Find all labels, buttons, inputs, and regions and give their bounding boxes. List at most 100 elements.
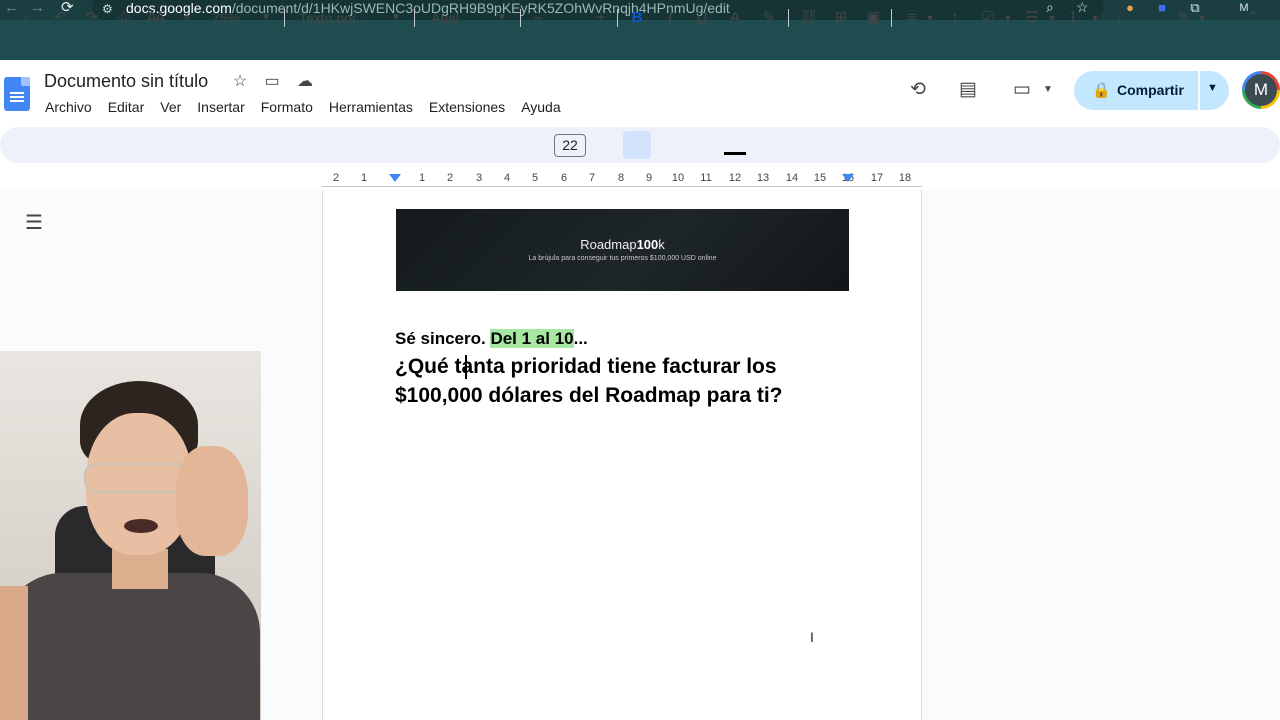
toolbar-separator <box>891 9 892 27</box>
insert-image-icon[interactable]: ▣ <box>861 8 885 28</box>
redo-icon[interactable]: ↷ <box>80 8 104 28</box>
document-outline-icon[interactable]: ☰ <box>22 211 46 235</box>
share-dropdown-icon[interactable]: ▼ <box>1207 82 1218 94</box>
horizontal-ruler[interactable]: 2 1 1 2 3 4 5 6 7 8 9 10 11 12 13 14 15 … <box>322 170 922 188</box>
spellcheck-icon[interactable]: Ꜳ <box>144 8 168 28</box>
cloud-status-icon[interactable]: ☁ <box>295 72 315 92</box>
lock-icon: 🔒 <box>1092 82 1111 99</box>
add-comment-icon[interactable]: ⊞ <box>829 8 853 28</box>
banner-subtitle: La brújula para conseguir tus primeros $… <box>528 255 717 262</box>
text-color-swatch <box>724 152 746 155</box>
webcam-overlay <box>0 351 261 720</box>
toolbar-separator <box>284 9 285 27</box>
numbered-list-dropdown-icon[interactable]: ▼ <box>1089 8 1101 28</box>
menu-ayuda[interactable]: Ayuda <box>513 97 568 117</box>
toolbar-separator <box>520 9 521 27</box>
menu-extensiones[interactable]: Extensiones <box>421 97 513 117</box>
align-left-icon[interactable]: ≡ <box>900 8 924 28</box>
undo-icon[interactable]: ↶ <box>48 8 72 28</box>
webcam-shirt <box>2 573 260 720</box>
ruler-label: 1 <box>360 172 368 184</box>
ruler-label: 10 <box>671 172 685 184</box>
ruler-baseline <box>322 186 922 187</box>
line-spacing-icon[interactable]: ↕ <box>943 8 967 28</box>
ruler-label: 7 <box>588 172 596 184</box>
ruler-label: 1 <box>418 172 426 184</box>
docs-logo-icon[interactable] <box>4 77 30 111</box>
ruler-label: 8 <box>617 172 625 184</box>
checklist-dropdown-icon[interactable]: ▼ <box>1002 8 1014 28</box>
font-size-input[interactable]: 22 <box>554 134 586 157</box>
font-dropdown-icon[interactable]: ▼ <box>494 8 510 28</box>
editing-mode-icon[interactable]: ✎ <box>1172 8 1194 28</box>
editing-mode-dropdown-icon[interactable]: ▼ <box>1196 8 1208 28</box>
font-family-select[interactable]: Arial <box>431 9 459 27</box>
ruler-label: 12 <box>728 172 742 184</box>
print-icon[interactable]: ⎙ <box>112 8 136 28</box>
decrease-font-size-icon[interactable]: – <box>528 8 548 28</box>
menu-insertar[interactable]: Insertar <box>189 97 252 117</box>
numbered-list-icon[interactable]: ⒈ <box>1063 8 1087 28</box>
ruler-label: 9 <box>645 172 653 184</box>
banner-title: Roadmap100k <box>580 237 665 252</box>
share-divider <box>1198 71 1200 110</box>
webcam-glasses <box>84 463 188 493</box>
align-dropdown-icon[interactable]: ▼ <box>924 8 936 28</box>
question-heading[interactable]: ¿Qué tanta prioridad tiene facturar los … <box>395 352 835 410</box>
zoom-dropdown-icon[interactable]: ▼ <box>258 8 274 28</box>
paint-format-icon[interactable]: ⌖ <box>175 8 199 28</box>
menu-formato[interactable]: Formato <box>253 97 321 117</box>
version-history-icon[interactable]: ⟲ <box>906 78 930 102</box>
highlight-pen-icon[interactable]: ✎ <box>758 8 780 28</box>
underline-button[interactable]: U <box>692 8 712 28</box>
bold-active-highlight <box>623 131 651 159</box>
toolbar-separator <box>414 9 415 27</box>
webcam-mouth <box>124 519 158 533</box>
extension-icon[interactable]: ■ <box>1154 0 1170 16</box>
menu-editar[interactable]: Editar <box>100 97 153 117</box>
checklist-icon[interactable]: ☑ <box>976 8 1000 28</box>
share-button[interactable]: 🔒 Compartir ▼ <box>1074 71 1229 110</box>
roadmap-banner-image[interactable]: Roadmap100k La brújula para conseguir tu… <box>396 209 849 291</box>
highlighted-text: Del 1 al 10 <box>490 329 574 348</box>
zoom-select[interactable]: 75% <box>212 9 240 27</box>
intro-line[interactable]: Sé sincero. Del 1 al 10... <box>395 329 588 349</box>
webcam-arm <box>0 586 28 720</box>
ruler-label: 4 <box>503 172 511 184</box>
insert-link-icon[interactable]: ⛓ <box>797 8 821 28</box>
text-cursor <box>465 355 467 379</box>
ruler-label: 13 <box>756 172 770 184</box>
share-label: Compartir <box>1117 82 1184 98</box>
text-color-button[interactable]: A <box>725 8 745 28</box>
bulleted-list-icon[interactable]: ☰ <box>1020 8 1044 28</box>
increase-font-size-icon[interactable]: + <box>591 8 611 28</box>
star-icon[interactable]: ☆ <box>230 72 250 92</box>
left-indent-marker[interactable] <box>389 174 401 182</box>
menu-herramientas[interactable]: Herramientas <box>321 97 421 117</box>
menu-bar: Archivo Editar Ver Insertar Formato Herr… <box>37 97 569 117</box>
menu-ver[interactable]: Ver <box>152 97 189 117</box>
more-options-icon[interactable]: ⋮ <box>1110 8 1130 28</box>
menu-archivo[interactable]: Archivo <box>37 97 100 117</box>
bold-button[interactable]: B <box>627 8 647 28</box>
search-menus-icon[interactable]: ⌕ <box>14 8 38 28</box>
comments-icon[interactable]: ▤ <box>956 78 980 102</box>
paragraph-style-select[interactable]: Texto nor... <box>299 9 367 27</box>
meet-dropdown-icon[interactable]: ▼ <box>1036 78 1060 102</box>
ibeam-cursor-icon: I <box>810 629 814 645</box>
italic-button[interactable]: I <box>660 8 680 28</box>
bulleted-list-dropdown-icon[interactable]: ▼ <box>1046 8 1058 28</box>
meet-camera-icon[interactable]: ▭ <box>1010 78 1034 102</box>
move-folder-icon[interactable]: ▭ <box>262 72 282 92</box>
ruler-label: 18 <box>898 172 912 184</box>
ruler-label: 3 <box>475 172 483 184</box>
ruler-label: 15 <box>813 172 827 184</box>
style-dropdown-icon[interactable]: ▼ <box>388 8 404 28</box>
account-avatar[interactable]: M <box>1242 71 1280 109</box>
toolbar-separator <box>788 9 789 27</box>
document-title[interactable]: Documento sin título <box>44 71 208 92</box>
ruler-label: 2 <box>332 172 340 184</box>
hide-menus-icon[interactable]: ⌃ <box>1242 8 1264 28</box>
ruler-label: 11 <box>700 172 712 184</box>
right-indent-marker[interactable] <box>842 174 854 182</box>
